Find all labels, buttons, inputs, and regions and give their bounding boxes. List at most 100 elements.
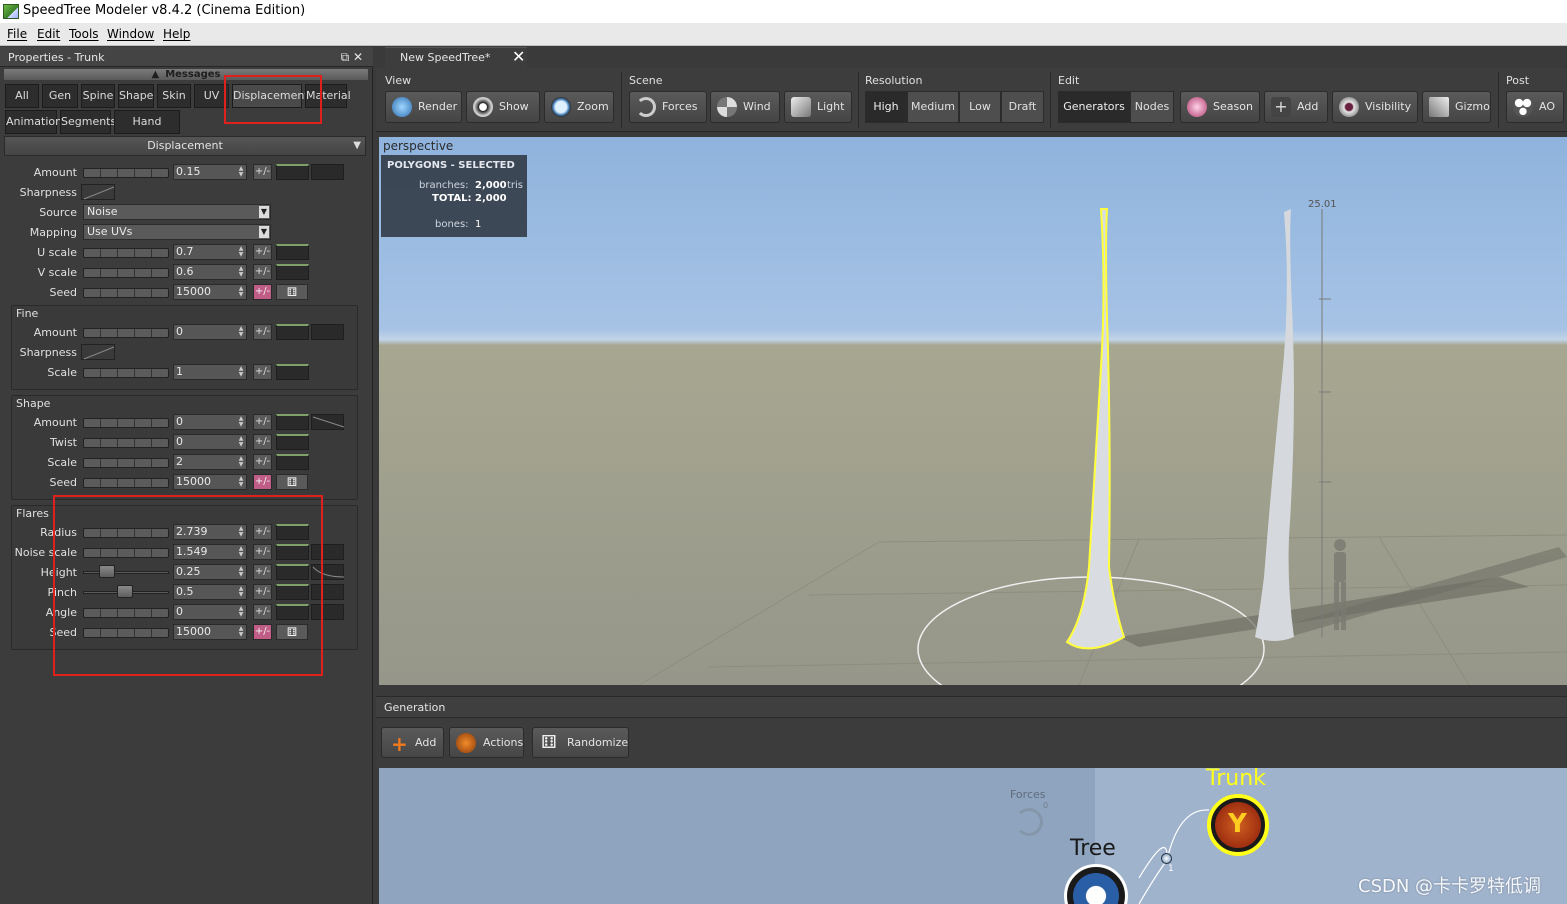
u-scale-field[interactable]: 0.7 ▲ ▼ bbox=[173, 244, 247, 260]
forces-magnet-icon[interactable] bbox=[1015, 808, 1043, 836]
actions-button[interactable]: Actions bbox=[449, 727, 524, 758]
spin-arrows-icon[interactable]: ▲ ▼ bbox=[237, 286, 245, 298]
displacement-section-header[interactable]: Displacement ▼ bbox=[4, 136, 366, 156]
menu-help[interactable]: Help bbox=[163, 27, 190, 41]
mapping-dropdown[interactable]: Use UVs ▼ bbox=[83, 224, 271, 240]
shape-seed-slider[interactable] bbox=[83, 478, 169, 488]
zoom-button[interactable]: Zoom bbox=[544, 91, 614, 123]
u-scale-slider[interactable] bbox=[83, 248, 169, 258]
tab-all[interactable]: All bbox=[5, 84, 39, 108]
spin-arrows-icon[interactable]: ▲ ▼ bbox=[237, 246, 245, 258]
amount-curve-editor-2[interactable] bbox=[311, 164, 344, 180]
menu-window[interactable]: Window bbox=[107, 27, 154, 41]
v-scale-field[interactable]: 0.6 ▲ ▼ bbox=[173, 264, 247, 280]
panel-window-buttons[interactable]: ⧉ ✕ bbox=[341, 50, 363, 65]
randomize-button[interactable]: ⚅ Randomize bbox=[532, 727, 629, 758]
tab-hand-drawn[interactable]: Hand Drawn bbox=[114, 110, 180, 150]
menu-edit[interactable]: Edit bbox=[37, 27, 60, 41]
viewport-camera-label: perspective bbox=[383, 139, 454, 153]
seed-randomize-toggle[interactable]: +/- bbox=[253, 284, 272, 300]
edit-generators[interactable]: Generators bbox=[1058, 91, 1130, 123]
menu-file[interactable]: File bbox=[7, 27, 27, 41]
tab-segments[interactable]: Segments bbox=[60, 110, 116, 134]
resolution-draft[interactable]: Draft bbox=[1001, 91, 1044, 123]
amount-slider[interactable] bbox=[83, 168, 169, 178]
spin-arrows-icon[interactable]: ▲ ▼ bbox=[237, 166, 245, 178]
randomize-dice-icon[interactable]: ⚅ bbox=[276, 284, 308, 300]
document-tab[interactable]: New SpeedTree* ✕ bbox=[385, 47, 527, 68]
randomize-dice-icon[interactable]: ⚅ bbox=[276, 474, 308, 490]
shape-amount-curve-editor[interactable] bbox=[276, 414, 309, 430]
tab-shape[interactable]: Shape bbox=[118, 84, 154, 108]
sharpness-curve[interactable] bbox=[81, 184, 115, 200]
fine-scale-randomize-toggle[interactable]: +/- bbox=[253, 364, 272, 380]
shape-amount-slider[interactable] bbox=[83, 418, 169, 428]
seed-slider[interactable] bbox=[83, 288, 169, 298]
fine-sharpness-curve[interactable] bbox=[81, 344, 115, 360]
resolution-medium[interactable]: Medium bbox=[907, 91, 959, 123]
fine-scale-field[interactable]: 1 ▲ ▼ bbox=[173, 364, 247, 380]
spin-arrows-icon[interactable]: ▲ ▼ bbox=[237, 326, 245, 338]
3d-viewport[interactable]: perspective POLYGONS - SELECTED branches… bbox=[379, 137, 1567, 685]
v-scale-curve-editor[interactable] bbox=[276, 264, 309, 280]
amount-randomize-toggle[interactable]: +/- bbox=[253, 164, 272, 180]
tab-skin[interactable]: Skin bbox=[157, 84, 191, 108]
twist-curve-editor[interactable] bbox=[276, 434, 309, 450]
fine-scale-slider[interactable] bbox=[83, 368, 169, 378]
resolution-high[interactable]: High bbox=[865, 91, 907, 123]
generation-add-button[interactable]: + Add bbox=[381, 727, 444, 758]
trunk-node[interactable]: Y bbox=[1207, 794, 1269, 856]
v-scale-slider[interactable] bbox=[83, 268, 169, 278]
visibility-button[interactable]: Visibility bbox=[1332, 91, 1418, 123]
shape-scale-field[interactable]: 2 ▲ ▼ bbox=[173, 454, 247, 470]
spin-arrows-icon[interactable]: ▲ ▼ bbox=[237, 416, 245, 428]
shape-seed-field[interactable]: 15000 ▲ ▼ bbox=[173, 474, 247, 490]
spin-arrows-icon[interactable]: ▲ ▼ bbox=[237, 476, 245, 488]
shape-amount-field[interactable]: 0 ▲ ▼ bbox=[173, 414, 247, 430]
amount-curve-editor[interactable] bbox=[276, 164, 309, 180]
seed-field[interactable]: 15000 ▲ ▼ bbox=[173, 284, 247, 300]
shape-scale-randomize-toggle[interactable]: +/- bbox=[253, 454, 272, 470]
fine-amount-curve-editor-2[interactable] bbox=[311, 324, 344, 340]
light-button[interactable]: Light bbox=[784, 91, 852, 123]
edit-nodes[interactable]: Nodes bbox=[1130, 91, 1174, 123]
season-button[interactable]: Season bbox=[1180, 91, 1260, 123]
fine-scale-curve-editor[interactable] bbox=[276, 364, 309, 380]
fine-amount-field[interactable]: 0 ▲ ▼ bbox=[173, 324, 247, 340]
collapse-arrow-icon[interactable]: ▼ bbox=[353, 137, 361, 155]
twist-randomize-toggle[interactable]: +/- bbox=[253, 434, 272, 450]
fine-amount-randomize-toggle[interactable]: +/- bbox=[253, 324, 272, 340]
show-button[interactable]: Show bbox=[466, 91, 540, 123]
ao-button[interactable]: AO bbox=[1506, 91, 1564, 123]
fine-amount-curve-editor[interactable] bbox=[276, 324, 309, 340]
shape-amount-randomize-toggle[interactable]: +/- bbox=[253, 414, 272, 430]
tab-animation[interactable]: Animation bbox=[5, 110, 62, 134]
edit-add-button[interactable]: + Add bbox=[1264, 91, 1328, 123]
shape-scale-curve-editor[interactable] bbox=[276, 454, 309, 470]
spin-arrows-icon[interactable]: ▲ ▼ bbox=[237, 266, 245, 278]
twist-slider[interactable] bbox=[83, 438, 169, 448]
u-scale-randomize-toggle[interactable]: +/- bbox=[253, 244, 272, 260]
menu-tools[interactable]: Tools bbox=[69, 27, 99, 41]
shape-amount-curve-editor-2[interactable] bbox=[311, 414, 345, 430]
fine-amount-slider[interactable] bbox=[83, 328, 169, 338]
v-scale-randomize-toggle[interactable]: +/- bbox=[253, 264, 272, 280]
forces-button[interactable]: Forces bbox=[629, 91, 707, 123]
tab-spine[interactable]: Spine bbox=[81, 84, 115, 108]
connection-port[interactable] bbox=[1161, 853, 1172, 864]
spin-arrows-icon[interactable]: ▲ ▼ bbox=[237, 456, 245, 468]
tab-gen[interactable]: Gen bbox=[42, 84, 78, 108]
amount-field[interactable]: 0.15 ▲ ▼ bbox=[173, 164, 247, 180]
render-button[interactable]: Render bbox=[385, 91, 462, 123]
shape-scale-slider[interactable] bbox=[83, 458, 169, 468]
wind-button[interactable]: Wind bbox=[710, 91, 780, 123]
u-scale-curve-editor[interactable] bbox=[276, 244, 309, 260]
source-dropdown[interactable]: Noise ▼ bbox=[83, 204, 271, 220]
gizmo-button[interactable]: Gizmo bbox=[1422, 91, 1491, 123]
resolution-low[interactable]: Low bbox=[959, 91, 1001, 123]
close-tab-icon[interactable]: ✕ bbox=[512, 47, 525, 66]
shape-seed-randomize-toggle[interactable]: +/- bbox=[253, 474, 272, 490]
spin-arrows-icon[interactable]: ▲ ▼ bbox=[237, 366, 245, 378]
twist-field[interactable]: 0 ▲ ▼ bbox=[173, 434, 247, 450]
spin-arrows-icon[interactable]: ▲ ▼ bbox=[237, 436, 245, 448]
